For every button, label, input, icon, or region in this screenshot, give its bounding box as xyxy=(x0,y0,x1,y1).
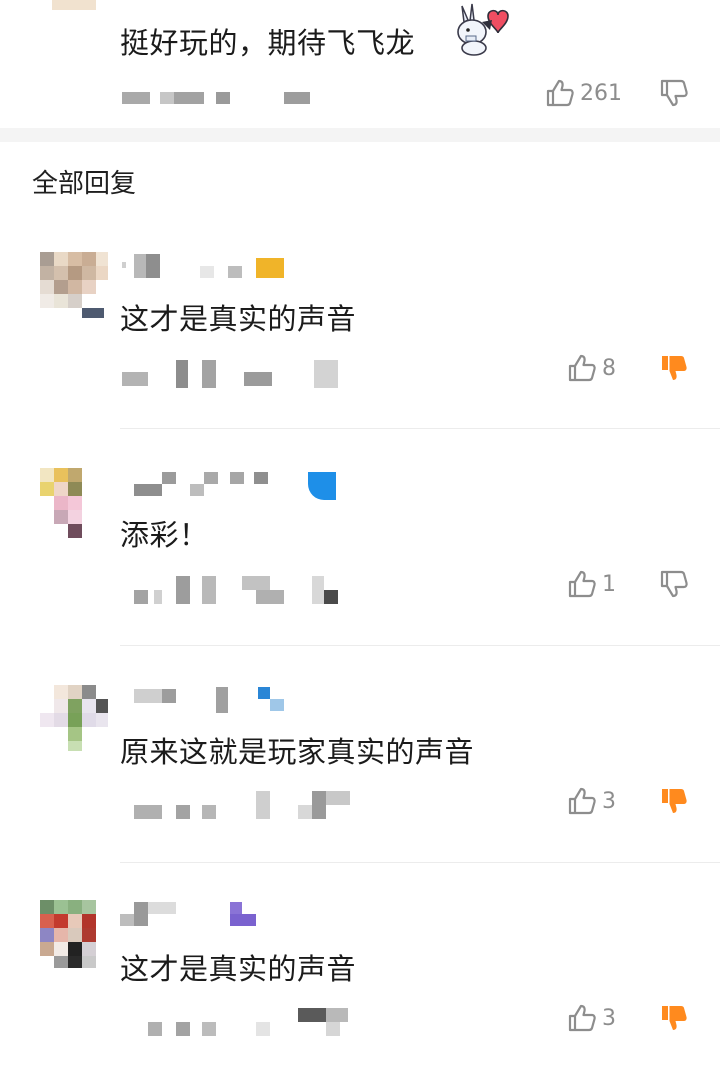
avatar[interactable] xyxy=(52,0,96,10)
reply-item: 原来这就是玩家真实的声音 3 xyxy=(0,679,720,861)
section-separator xyxy=(0,128,720,142)
like-button[interactable]: 1 xyxy=(566,568,616,600)
avatar[interactable] xyxy=(40,252,108,320)
like-button[interactable]: 261 xyxy=(544,77,622,109)
top-comment: 挺好玩的，期待飞飞龙 261 xyxy=(0,0,720,128)
divider xyxy=(120,862,720,863)
thumbs-down-filled-icon xyxy=(662,1006,687,1030)
username-redacted[interactable] xyxy=(120,900,300,926)
reply-item: 添彩！ 1 xyxy=(0,462,720,644)
like-count: 8 xyxy=(602,355,616,381)
username-redacted[interactable] xyxy=(120,685,300,713)
thumbs-down-filled-icon xyxy=(662,356,687,380)
reply-meta-redacted xyxy=(148,1008,358,1036)
reply-text: 这才是真实的声音 xyxy=(120,952,357,986)
thumbs-up-icon xyxy=(568,570,596,598)
comment-meta-redacted xyxy=(122,92,322,106)
thumbs-up-icon xyxy=(568,354,596,382)
avatar[interactable] xyxy=(40,685,108,753)
like-button[interactable]: 3 xyxy=(566,1002,616,1034)
like-button[interactable]: 3 xyxy=(566,785,616,817)
like-count: 3 xyxy=(602,788,616,814)
divider xyxy=(120,428,720,429)
thumbs-up-icon xyxy=(568,787,596,815)
reply-meta-redacted xyxy=(134,576,344,604)
thumbs-down-filled-icon xyxy=(662,789,687,813)
section-title: 全部回复 xyxy=(32,169,137,199)
dislike-button[interactable] xyxy=(658,785,690,821)
avatar[interactable] xyxy=(40,468,108,538)
thumbs-down-icon xyxy=(660,570,688,598)
bunny-heart-sticker-icon xyxy=(452,2,512,56)
thumbs-down-icon xyxy=(660,79,688,107)
thumbs-up-icon xyxy=(546,79,574,107)
reply-text: 这才是真实的声音 xyxy=(120,302,357,336)
reply-text: 原来这就是玩家真实的声音 xyxy=(120,735,475,769)
dislike-button[interactable] xyxy=(658,1002,690,1038)
reply-item: 这才是真实的声音 8 xyxy=(0,246,720,428)
reply-meta-redacted xyxy=(122,360,342,388)
like-count: 3 xyxy=(602,1005,616,1031)
like-button[interactable]: 8 xyxy=(566,352,616,384)
dislike-button[interactable] xyxy=(658,352,690,388)
reply-text: 添彩！ xyxy=(120,518,209,552)
like-count: 261 xyxy=(580,80,622,106)
comment-text: 挺好玩的，期待飞飞龙 xyxy=(120,26,416,60)
username-redacted[interactable] xyxy=(120,468,340,500)
dislike-button[interactable] xyxy=(658,77,690,113)
avatar[interactable] xyxy=(40,900,108,968)
thumbs-up-icon xyxy=(568,1004,596,1032)
username-redacted[interactable] xyxy=(120,252,300,278)
divider xyxy=(120,645,720,646)
reply-meta-redacted xyxy=(134,791,354,819)
like-count: 1 xyxy=(602,571,616,597)
reply-item: 这才是真实的声音 3 xyxy=(0,896,720,1071)
dislike-button[interactable] xyxy=(658,568,690,604)
